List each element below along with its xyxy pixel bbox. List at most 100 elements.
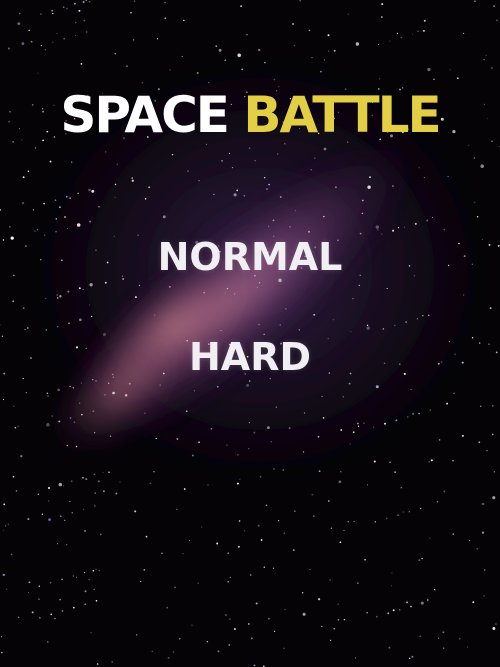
star — [1, 636, 3, 638]
star — [256, 286, 258, 288]
star — [327, 500, 330, 502]
star — [60, 515, 62, 517]
star — [109, 435, 112, 437]
star — [436, 501, 439, 503]
star — [473, 157, 476, 159]
star — [215, 45, 218, 48]
star — [492, 496, 496, 500]
star — [89, 220, 92, 223]
star — [25, 392, 27, 394]
star — [240, 5, 243, 8]
star — [77, 192, 79, 195]
star — [272, 567, 275, 569]
star — [367, 185, 371, 189]
star — [38, 616, 41, 619]
star — [329, 639, 332, 642]
star — [423, 19, 426, 22]
star — [263, 566, 265, 568]
star — [250, 574, 252, 576]
star — [94, 432, 96, 434]
star — [321, 395, 323, 398]
star — [56, 294, 58, 296]
star — [164, 17, 167, 20]
star — [400, 486, 403, 489]
star — [428, 461, 430, 463]
star — [51, 415, 53, 417]
star — [387, 612, 390, 615]
star — [9, 226, 11, 228]
star — [323, 147, 327, 151]
star — [398, 609, 401, 611]
star — [274, 630, 276, 632]
star — [169, 286, 171, 288]
star — [36, 229, 39, 231]
star — [82, 508, 85, 511]
star — [443, 490, 446, 493]
star — [78, 318, 82, 322]
star — [82, 476, 84, 479]
star — [183, 488, 186, 490]
star — [26, 327, 29, 329]
star — [28, 581, 31, 584]
star — [207, 484, 209, 486]
star — [32, 209, 35, 211]
star — [284, 608, 286, 611]
difficulty-normal-button[interactable]: NORMAL — [0, 234, 500, 280]
star — [339, 541, 342, 544]
star — [382, 328, 385, 330]
star — [55, 218, 58, 220]
star — [58, 206, 61, 209]
star — [391, 572, 393, 574]
star — [27, 518, 30, 521]
star — [12, 300, 15, 303]
star — [237, 454, 239, 456]
star — [65, 7, 68, 10]
star — [492, 627, 496, 630]
star — [333, 627, 336, 630]
star — [229, 618, 231, 620]
star — [302, 612, 306, 616]
star — [84, 603, 87, 606]
star — [104, 394, 106, 396]
star — [28, 29, 30, 32]
star — [72, 606, 75, 609]
star — [134, 296, 137, 299]
star — [392, 229, 395, 232]
star — [446, 402, 449, 405]
star — [58, 420, 61, 423]
star — [47, 641, 49, 643]
star — [95, 568, 97, 570]
star — [47, 500, 50, 502]
star — [472, 601, 475, 604]
star — [54, 199, 57, 201]
star — [114, 52, 117, 55]
star — [17, 616, 20, 619]
star — [228, 152, 231, 155]
star — [45, 329, 48, 331]
star — [416, 318, 419, 320]
star — [309, 568, 311, 571]
star — [196, 71, 199, 74]
star — [201, 526, 203, 528]
star — [51, 9, 54, 12]
star — [64, 216, 66, 218]
star — [308, 29, 311, 32]
game-screen: SPACE BATTLE NORMAL HARD — [0, 0, 500, 667]
star — [48, 487, 50, 489]
difficulty-hard-button[interactable]: HARD — [0, 334, 500, 380]
star — [375, 385, 379, 389]
star — [224, 292, 227, 294]
star — [229, 576, 231, 579]
star — [85, 478, 88, 481]
star — [377, 229, 379, 231]
star — [91, 189, 95, 193]
star — [52, 12, 54, 15]
star — [43, 202, 45, 205]
star — [298, 329, 301, 331]
star — [66, 227, 68, 229]
star — [12, 475, 15, 478]
game-title: SPACE BATTLE — [0, 82, 500, 148]
star — [381, 3, 384, 6]
star — [486, 449, 488, 452]
star — [384, 422, 386, 425]
